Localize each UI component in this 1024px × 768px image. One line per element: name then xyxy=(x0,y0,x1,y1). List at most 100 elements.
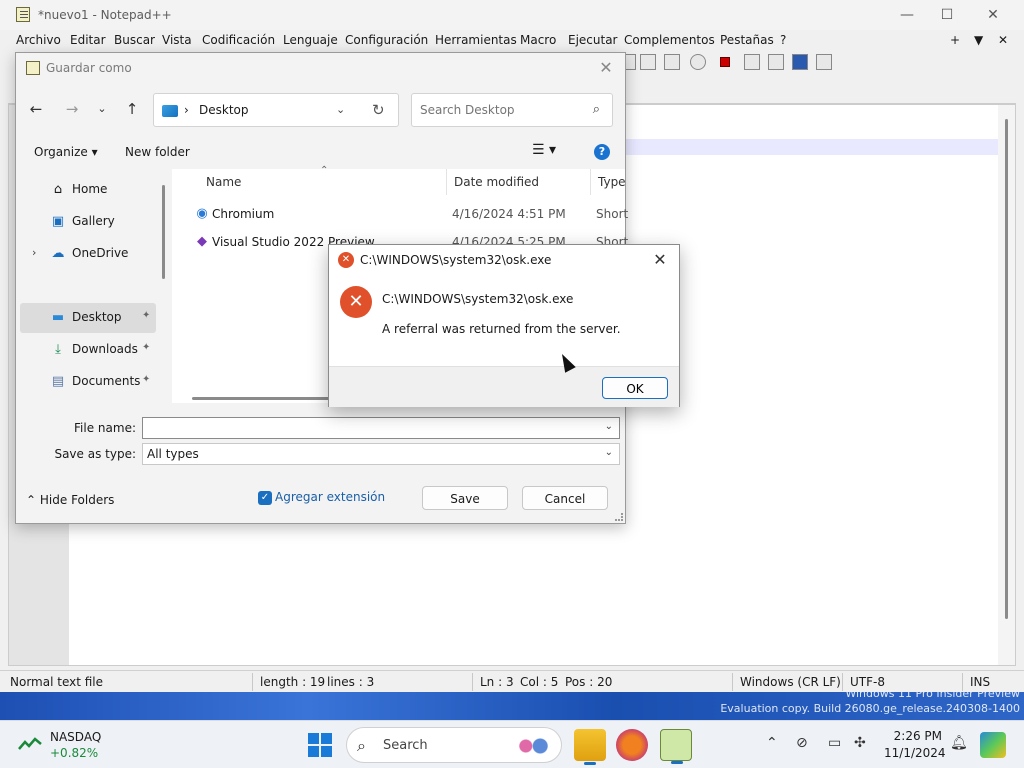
play-macro-icon[interactable] xyxy=(768,54,784,70)
toolbar-icon[interactable] xyxy=(664,54,680,70)
window-title: *nuevo1 - Notepad++ xyxy=(38,8,172,22)
cancel-button[interactable]: Cancel xyxy=(522,486,608,510)
notification-bell-icon[interactable]: 🔔︎ xyxy=(950,735,968,751)
status-separator xyxy=(842,673,843,691)
organize-button[interactable]: Organize ▾ xyxy=(34,145,98,159)
search-box[interactable]: ⌕ xyxy=(411,93,613,127)
play-multiple-icon[interactable] xyxy=(792,54,808,70)
file-date: 4/16/2024 4:51 PM xyxy=(452,207,566,221)
menu-herramientas[interactable]: Herramientas xyxy=(435,33,517,47)
file-list-scrollbar[interactable] xyxy=(192,397,332,400)
back-arrow-icon[interactable]: ← xyxy=(24,97,48,121)
navigation-pane: ⌂ Home ▣ Gallery › ☁ OneDrive ▬ Desktop … xyxy=(18,169,168,403)
save-dialog-title: Guardar como xyxy=(46,61,132,75)
search-input[interactable] xyxy=(418,101,578,119)
new-folder-button[interactable]: New folder xyxy=(125,145,190,159)
close-button[interactable]: ✕ xyxy=(970,4,1016,26)
column-header-name[interactable]: Name xyxy=(206,175,241,189)
address-bar[interactable]: › Desktop ⌄ ↻ xyxy=(153,93,399,127)
search-icon: ⌕ xyxy=(357,736,366,755)
column-separator[interactable] xyxy=(446,169,447,195)
sound-icon[interactable]: ✣ xyxy=(854,735,866,751)
file-name-field[interactable]: ⌄ xyxy=(142,417,620,439)
status-separator xyxy=(732,673,733,691)
toolbar-icon[interactable] xyxy=(640,54,656,70)
nav-pane-scrollbar[interactable] xyxy=(162,185,165,279)
up-arrow-icon[interactable]: ↑ xyxy=(120,97,144,121)
column-header-date[interactable]: Date modified xyxy=(454,175,539,189)
menu-archivo[interactable]: Archivo xyxy=(16,33,61,47)
expand-chevron-icon[interactable]: › xyxy=(32,246,36,259)
notepad-plus-plus-icon[interactable] xyxy=(660,729,692,764)
file-explorer-icon[interactable] xyxy=(574,729,606,765)
add-extension-checkbox[interactable]: ✓ xyxy=(258,491,272,505)
menu-buscar[interactable]: Buscar xyxy=(114,33,155,47)
nav-item-home[interactable]: ⌂ Home xyxy=(20,175,156,205)
file-row[interactable]: ◉ Chromium 4/16/2024 4:51 PM Short xyxy=(190,201,630,227)
menu-vista[interactable]: Vista xyxy=(162,33,192,47)
menu-pestanas[interactable]: Pestañas xyxy=(720,33,774,47)
desktop-location-icon xyxy=(162,105,178,117)
error-dialog-title: C:\WINDOWS\system32\osk.exe xyxy=(360,253,552,267)
toolbar-icon[interactable] xyxy=(690,54,706,70)
download-icon: ⤓ xyxy=(55,342,61,357)
maximize-button[interactable]: ☐ xyxy=(924,4,970,26)
menu-macro[interactable]: Macro xyxy=(520,33,556,47)
network-icon[interactable]: ⊘ xyxy=(796,735,808,751)
recent-locations-chevron-icon[interactable]: ⌄ xyxy=(90,97,114,121)
help-icon[interactable]: ? xyxy=(594,144,610,160)
nav-item-documents[interactable]: ▤ Documents ✦ xyxy=(20,367,156,397)
nav-item-onedrive[interactable]: › ☁ OneDrive xyxy=(20,239,156,269)
taskbar-search[interactable]: ⌕ Search xyxy=(346,727,562,763)
refresh-icon[interactable]: ↻ xyxy=(372,101,385,119)
resize-grip[interactable] xyxy=(615,513,623,521)
menu-complementos[interactable]: Complementos xyxy=(624,33,715,47)
menu-codificacion[interactable]: Codificación xyxy=(202,33,275,47)
copilot-icon[interactable] xyxy=(980,732,1006,758)
documents-icon: ▤ xyxy=(51,374,65,389)
menu-lenguaje[interactable]: Lenguaje xyxy=(283,33,338,47)
add-extension-label[interactable]: Agregar extensión xyxy=(275,490,385,504)
new-tab-icon[interactable]: + xyxy=(950,33,960,47)
record-macro-icon[interactable] xyxy=(720,57,730,67)
column-header-type[interactable]: Type xyxy=(598,175,626,189)
vertical-scrollbar[interactable] xyxy=(998,105,1015,665)
address-dropdown-icon[interactable]: ⌄ xyxy=(336,103,345,116)
stop-macro-icon[interactable] xyxy=(744,54,760,70)
save-macro-icon[interactable] xyxy=(816,54,832,70)
menu-help[interactable]: ? xyxy=(780,33,786,47)
close-tab-icon[interactable]: ✕ xyxy=(998,33,1008,47)
watermark-line-2: Evaluation copy. Build 26080.ge_release.… xyxy=(720,702,1020,715)
firefox-icon[interactable] xyxy=(616,729,648,761)
nav-item-desktop[interactable]: ▬ Desktop ✦ xyxy=(20,303,156,333)
nav-item-label: Downloads xyxy=(72,342,138,356)
nav-item-downloads[interactable]: ⤓ Downloads ✦ xyxy=(20,335,156,365)
breadcrumb-chevron-icon: › xyxy=(184,103,189,117)
start-button[interactable] xyxy=(308,733,332,757)
clock[interactable]: 2:26 PM 11/1/2024 xyxy=(884,728,946,762)
onedrive-icon: ☁ xyxy=(51,246,65,261)
breadcrumb[interactable]: Desktop xyxy=(199,103,249,117)
menu-editar[interactable]: Editar xyxy=(70,33,106,47)
error-dialog-close-button[interactable]: ✕ xyxy=(649,249,671,271)
error-dialog-title-bar: ✕ C:\WINDOWS\system32\osk.exe ✕ xyxy=(329,245,679,275)
display-icon[interactable]: ▭ xyxy=(828,735,841,751)
show-hidden-icons-chevron-icon[interactable]: ⌃ xyxy=(766,735,778,751)
save-type-select[interactable]: All types ⌄ xyxy=(142,443,620,465)
nav-item-gallery[interactable]: ▣ Gallery xyxy=(20,207,156,237)
nav-item-label: OneDrive xyxy=(72,246,129,260)
tab-list-icon[interactable]: ▼ xyxy=(974,33,983,47)
column-separator[interactable] xyxy=(590,169,591,195)
view-options-icon[interactable]: ☰ ▾ xyxy=(532,142,556,158)
status-mode: INS xyxy=(970,675,991,689)
menu-configuracion[interactable]: Configuración xyxy=(345,33,428,47)
ok-button[interactable]: OK xyxy=(602,377,668,399)
file-name-input[interactable] xyxy=(147,420,587,436)
save-dialog-close-button[interactable]: ✕ xyxy=(595,57,617,79)
error-dialog: ✕ C:\WINDOWS\system32\osk.exe ✕ ✕ C:\WIN… xyxy=(328,244,680,407)
forward-arrow-icon[interactable]: → xyxy=(60,97,84,121)
menu-ejecutar[interactable]: Ejecutar xyxy=(568,33,618,47)
chevron-down-icon[interactable]: ⌄ xyxy=(605,421,613,432)
save-button[interactable]: Save xyxy=(422,486,508,510)
hide-folders-toggle[interactable]: ⌃ Hide Folders xyxy=(26,493,114,507)
